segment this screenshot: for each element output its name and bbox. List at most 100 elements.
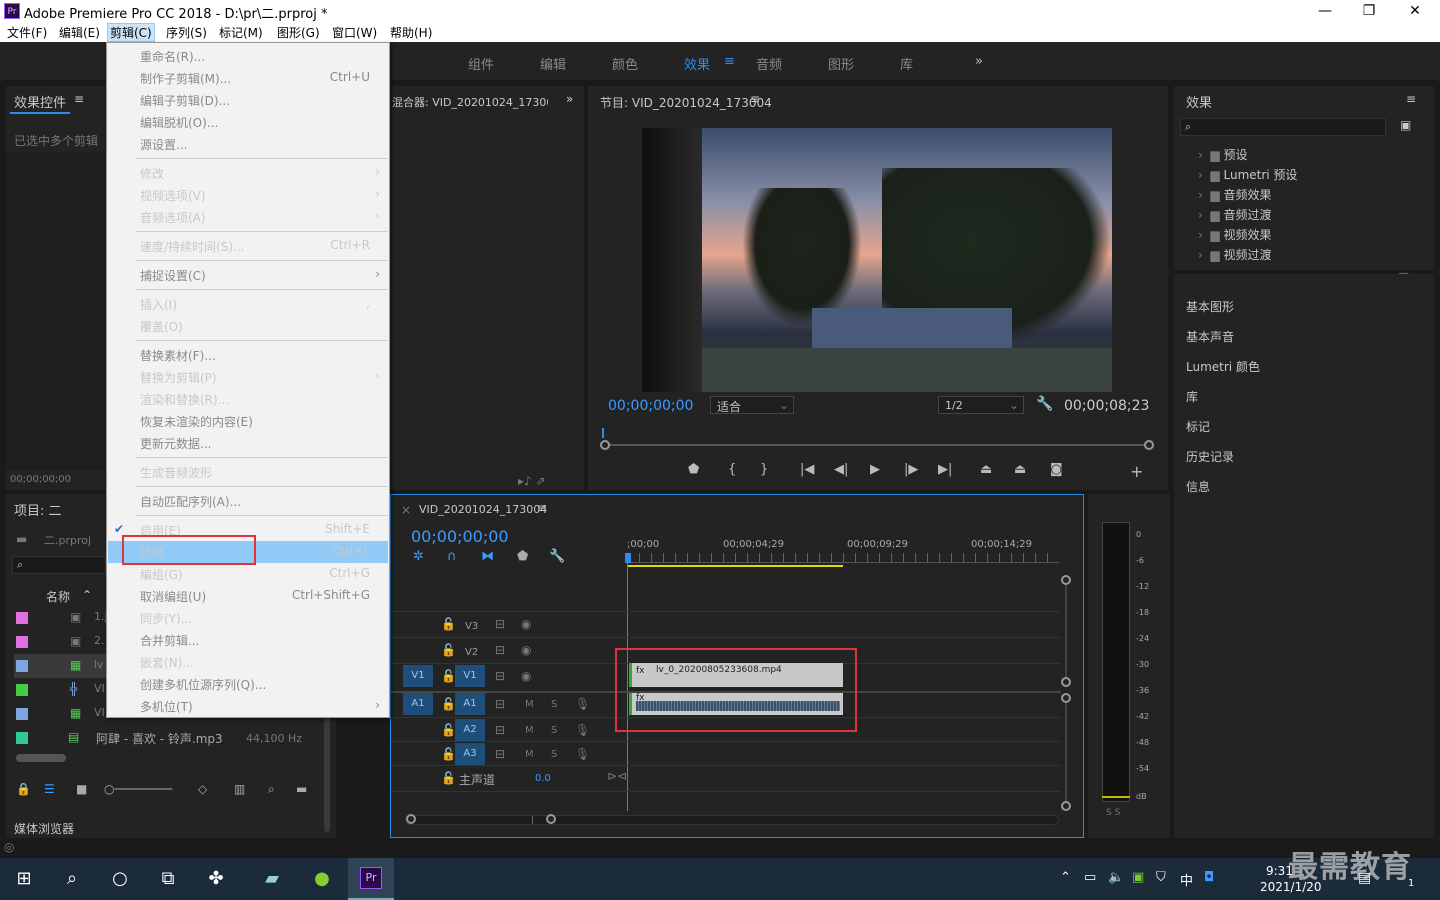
lock-icon[interactable]: 🔓 <box>441 747 456 761</box>
history-tab[interactable]: 历史记录 <box>1186 448 1234 465</box>
menu-item-synchronize[interactable]: 同步(Y)... <box>140 610 192 627</box>
program-video-frame[interactable] <box>642 128 1112 392</box>
resolution-dropdown[interactable]: 1/2 ⌄ <box>938 396 1024 414</box>
nest-icon[interactable]: ✲ <box>413 549 424 564</box>
solo-buttons[interactable]: S S <box>1106 808 1120 818</box>
video-track-scrollbar[interactable] <box>1065 585 1067 677</box>
menu-item-automate-sequence[interactable]: 自动匹配序列(A)... <box>140 493 241 510</box>
wrench-icon[interactable]: 🔧 <box>1036 396 1053 412</box>
go-to-in-icon[interactable]: |◀ <box>800 462 814 477</box>
solo-button[interactable]: S <box>551 699 557 710</box>
add-button-icon[interactable]: + <box>1130 462 1143 481</box>
step-forward-icon[interactable]: |▶ <box>904 462 918 477</box>
effects-item-video-transitions[interactable]: › ▆ 视频过渡 <box>1198 246 1272 263</box>
workspace-color[interactable]: 颜色 <box>612 54 638 73</box>
menu-item-merge-clips[interactable]: 合并剪辑... <box>140 632 199 649</box>
automate-sequence-icon[interactable]: ▥ <box>234 782 245 796</box>
menu-item-multicam[interactable]: 多机位(T) <box>140 698 193 715</box>
task-view-icon[interactable]: ⧉ <box>148 862 188 896</box>
search-icon[interactable]: ⌕ <box>268 782 275 797</box>
maximize-button[interactable]: ❐ <box>1346 0 1392 22</box>
menu-item-replace-with-clip[interactable]: 替换为剪辑(P) <box>140 369 217 386</box>
step-back-icon[interactable]: ◀| <box>834 462 848 477</box>
menu-item-render-replace[interactable]: 渲染和替换(R)... <box>140 391 229 408</box>
close-icon[interactable]: × <box>401 503 411 517</box>
workspace-overflow-button[interactable]: » <box>975 54 983 69</box>
microphone-icon[interactable]: 🎙 <box>575 723 590 737</box>
workspace-menu-icon[interactable]: ≡ <box>724 54 735 69</box>
eye-icon[interactable]: ◉ <box>521 669 531 683</box>
chevron-up-icon[interactable]: ⌃ <box>1060 870 1071 885</box>
audio-track-scrollbar[interactable] <box>1065 703 1067 801</box>
workspace-libraries[interactable]: 库 <box>900 54 913 73</box>
menu-item-speed-duration[interactable]: 速度/持续时间(S)... <box>140 238 244 255</box>
effects-item-audio-effects[interactable]: › ▆ 音频效果 <box>1198 186 1272 203</box>
menu-item-video-options[interactable]: 视频选项(V) <box>140 187 206 204</box>
list-view-icon[interactable]: ☰ <box>44 782 55 796</box>
workspace-assembly[interactable]: 组件 <box>468 54 494 73</box>
project-title[interactable]: 项目: 二 <box>14 500 62 519</box>
project-item-name[interactable]: VI <box>94 706 105 719</box>
sort-icon[interactable]: ◇ <box>198 782 207 796</box>
sync-lock-icon[interactable]: ⊟ <box>495 669 505 683</box>
menu-item-restore-unrendered[interactable]: 恢复未渲染的内容(E) <box>140 413 253 430</box>
track-a3-target[interactable]: A3 <box>455 743 485 765</box>
menu-item-ungroup[interactable]: 取消编组(U) <box>140 588 206 605</box>
effects-item-audio-transitions[interactable]: › ▆ 音频过渡 <box>1198 206 1272 223</box>
mute-button[interactable]: M <box>525 725 534 736</box>
menu-item-source-settings[interactable]: 源设置... <box>140 136 187 153</box>
premiere-taskbar-button[interactable]: Pr <box>348 858 394 900</box>
linked-selection-icon[interactable]: ⧓ <box>481 549 494 564</box>
track-a1-target[interactable]: A1 <box>455 693 485 715</box>
fit-dropdown[interactable]: 适合 ⌄ <box>710 396 794 414</box>
sync-lock-icon[interactable]: ⊟ <box>495 643 505 657</box>
menu-file[interactable]: 文件(F) <box>7 24 47 41</box>
timeline-zoom-scrollbar[interactable] <box>405 814 1059 825</box>
cortana-icon[interactable]: ○ <box>100 862 140 896</box>
menu-item-make-subclip[interactable]: 制作子剪辑(M)... <box>140 70 231 87</box>
windows-start-icon[interactable]: ⊞ <box>4 862 44 896</box>
timeline-sequence-tab[interactable]: VID_20201024_173004 <box>419 503 547 516</box>
effects-title[interactable]: 效果 <box>1186 92 1212 111</box>
info-tab[interactable]: 信息 <box>1186 478 1210 495</box>
panel-menu-icon[interactable]: ≡ <box>74 92 84 106</box>
icon-view-icon[interactable]: ■ <box>76 782 87 796</box>
sync-lock-icon[interactable]: ⊟ <box>495 723 505 737</box>
folder-icon[interactable]: ▬ <box>296 782 307 796</box>
search-icon[interactable]: ⌕ <box>52 862 92 896</box>
eye-icon[interactable]: ◉ <box>521 617 531 631</box>
timeline-timecode[interactable]: 00;00;00;00 <box>411 527 509 546</box>
menu-item-overwrite[interactable]: 覆盖(O) <box>140 318 183 335</box>
audio-file-name[interactable]: 阿肆 - 喜欢 - 铃声.mp3 <box>96 730 223 747</box>
menu-edit[interactable]: 编辑(E) <box>59 24 100 41</box>
workspace-editing[interactable]: 编辑 <box>540 54 566 73</box>
essential-sound-tab[interactable]: 基本声音 <box>1186 328 1234 345</box>
program-playhead[interactable] <box>602 428 604 438</box>
pinwheel-app-icon[interactable]: ✤ <box>196 862 236 896</box>
time-ruler[interactable] <box>627 553 1059 563</box>
lock-icon[interactable]: 🔓 <box>441 723 456 737</box>
play-icon[interactable]: ▶ <box>870 462 880 477</box>
panel-menu-icon[interactable]: ≡ <box>750 92 760 106</box>
sort-ascending-icon[interactable]: ⌃ <box>82 588 92 602</box>
lumetri-color-tab[interactable]: Lumetri 颜色 <box>1186 358 1260 375</box>
panel-menu-icon[interactable]: ≡ <box>1406 92 1416 106</box>
go-to-end-icon[interactable]: ⊳⊲ <box>607 769 627 783</box>
menu-item-rename[interactable]: 重命名(R)... <box>140 48 205 65</box>
wrench-icon[interactable]: 🔧 <box>549 549 565 564</box>
microphone-icon[interactable]: 🎙 <box>575 747 590 761</box>
zoom-slider[interactable]: ○──────── <box>104 782 172 796</box>
solo-button[interactable]: S <box>551 725 557 736</box>
menu-item-capture-settings[interactable]: 捕捉设置(C) <box>140 267 206 284</box>
lock-icon[interactable]: 🔓 <box>441 771 456 785</box>
program-playhead-timecode[interactable]: 00;00;00;00 <box>608 398 693 414</box>
eye-icon[interactable]: ◉ <box>521 643 531 657</box>
lock-icon[interactable]: 🔓 <box>441 617 456 631</box>
menu-item-edit-subclip[interactable]: 编辑子剪辑(D)... <box>140 92 230 109</box>
camera-icon[interactable]: ◙ <box>1050 462 1063 477</box>
libraries-tab[interactable]: 库 <box>1186 388 1198 405</box>
menu-item-refresh-metadata[interactable]: 更新元数据... <box>140 435 211 452</box>
panel-menu-icon[interactable]: ≡ <box>537 501 547 515</box>
mark-out-icon[interactable]: } <box>760 462 768 477</box>
notepad-app-icon[interactable]: ▰ <box>252 862 292 896</box>
